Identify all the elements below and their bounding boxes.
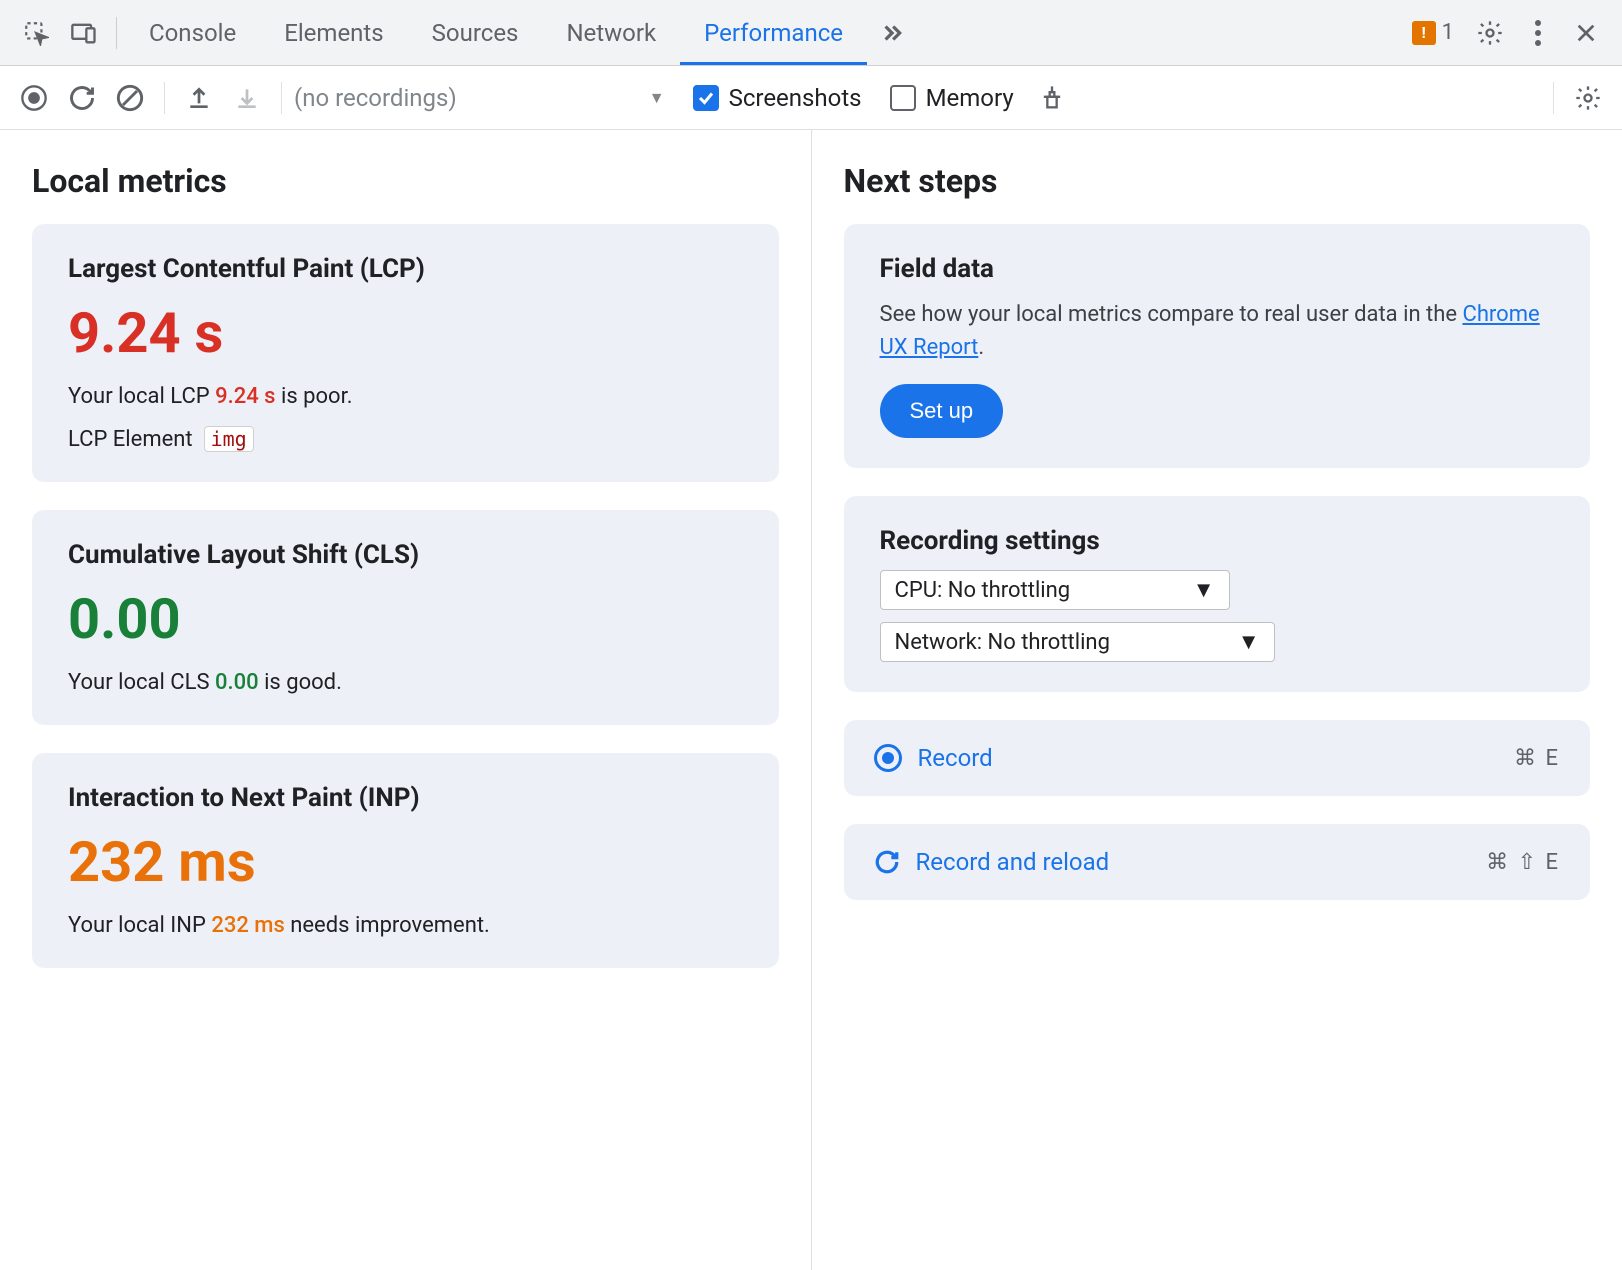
device-toolbar-icon[interactable] xyxy=(60,9,108,57)
cls-value: 0.00 xyxy=(68,586,743,652)
main-content: Local metrics Largest Contentful Paint (… xyxy=(0,130,1622,1270)
inp-title: Interaction to Next Paint (INP) xyxy=(68,783,743,813)
kebab-menu-icon[interactable] xyxy=(1514,9,1562,57)
performance-toolbar: (no recordings) ▼ Screenshots Memory xyxy=(0,66,1622,130)
recordings-label: (no recordings) xyxy=(294,84,457,112)
field-data-body: See how your local metrics compare to re… xyxy=(880,298,1555,364)
inp-status-value: 232 ms xyxy=(211,913,284,938)
inspect-element-icon[interactable] xyxy=(12,9,60,57)
recordings-dropdown[interactable]: (no recordings) ▼ xyxy=(294,84,665,112)
next-steps-heading: Next steps xyxy=(844,162,1591,200)
record-reload-label: Record and reload xyxy=(916,848,1110,876)
divider xyxy=(164,82,165,114)
warning-count: 1 xyxy=(1442,20,1454,45)
reload-icon xyxy=(874,849,900,875)
chevron-down-icon: ▼ xyxy=(1193,577,1215,603)
record-action[interactable]: Record ⌘ E xyxy=(844,720,1591,796)
recording-settings-card: Recording settings CPU: No throttling ▼ … xyxy=(844,496,1591,692)
screenshots-checkbox[interactable]: Screenshots xyxy=(693,84,862,112)
tab-performance[interactable]: Performance xyxy=(680,0,867,65)
inp-value: 232 ms xyxy=(68,829,743,895)
record-reload-shortcut: ⌘ ⇧ E xyxy=(1486,850,1560,875)
inp-status: Your local INP 232 ms needs improvement. xyxy=(68,913,743,938)
divider xyxy=(281,82,282,114)
cls-card: Cumulative Layout Shift (CLS) 0.00 Your … xyxy=(32,510,779,725)
lcp-status: Your local LCP 9.24 s is poor. xyxy=(68,384,743,409)
clear-icon[interactable] xyxy=(108,76,152,120)
upload-icon[interactable] xyxy=(177,76,221,120)
lcp-value: 9.24 s xyxy=(68,300,743,366)
field-data-card: Field data See how your local metrics co… xyxy=(844,224,1591,468)
devtools-tab-bar: Console Elements Sources Network Perform… xyxy=(0,0,1622,66)
next-steps-column: Next steps Field data See how your local… xyxy=(812,130,1622,1270)
inp-status-suffix: needs improvement. xyxy=(285,913,490,938)
cls-status-suffix: is good. xyxy=(259,670,342,695)
reload-icon[interactable] xyxy=(60,76,104,120)
chevron-down-icon: ▼ xyxy=(649,88,665,108)
local-metrics-heading: Local metrics xyxy=(32,162,779,200)
setup-button[interactable]: Set up xyxy=(880,384,1004,438)
cls-title: Cumulative Layout Shift (CLS) xyxy=(68,540,743,570)
cls-status-prefix: Your local CLS xyxy=(68,670,215,695)
gc-icon[interactable] xyxy=(1030,76,1074,120)
inp-status-prefix: Your local INP xyxy=(68,913,211,938)
lcp-element-row: LCP Element img xyxy=(68,427,743,452)
field-data-prefix: See how your local metrics compare to re… xyxy=(880,302,1463,327)
download-icon[interactable] xyxy=(225,76,269,120)
memory-checkbox[interactable]: Memory xyxy=(890,84,1014,112)
warning-badge[interactable]: ! 1 xyxy=(1412,20,1454,45)
checkbox-unchecked-icon xyxy=(890,85,916,111)
more-tabs-icon[interactable] xyxy=(867,9,915,57)
cpu-throttle-label: CPU: No throttling xyxy=(895,578,1071,603)
cls-status-value: 0.00 xyxy=(215,670,259,695)
cls-status: Your local CLS 0.00 is good. xyxy=(68,670,743,695)
lcp-card: Largest Contentful Paint (LCP) 9.24 s Yo… xyxy=(32,224,779,482)
network-throttle-label: Network: No throttling xyxy=(895,630,1110,655)
lcp-title: Largest Contentful Paint (LCP) xyxy=(68,254,743,284)
divider xyxy=(1553,82,1554,114)
field-data-title: Field data xyxy=(880,254,1555,284)
recording-settings-title: Recording settings xyxy=(880,526,1555,556)
tab-elements[interactable]: Elements xyxy=(260,0,407,65)
tab-network[interactable]: Network xyxy=(542,0,680,65)
lcp-element-label: LCP Element xyxy=(68,427,193,452)
record-reload-action[interactable]: Record and reload ⌘ ⇧ E xyxy=(844,824,1591,900)
close-icon[interactable] xyxy=(1562,9,1610,57)
tab-console[interactable]: Console xyxy=(125,0,260,65)
chevron-down-icon: ▼ xyxy=(1238,629,1260,655)
network-throttle-select[interactable]: Network: No throttling ▼ xyxy=(880,622,1275,662)
inp-card: Interaction to Next Paint (INP) 232 ms Y… xyxy=(32,753,779,968)
memory-label: Memory xyxy=(926,84,1014,112)
lcp-status-suffix: is poor. xyxy=(276,384,353,409)
checkbox-checked-icon xyxy=(693,85,719,111)
lcp-status-value: 9.24 s xyxy=(215,384,275,409)
field-data-suffix: . xyxy=(978,335,984,360)
lcp-status-prefix: Your local LCP xyxy=(68,384,215,409)
record-shortcut: ⌘ E xyxy=(1514,746,1560,771)
screenshots-label: Screenshots xyxy=(729,84,862,112)
local-metrics-column: Local metrics Largest Contentful Paint (… xyxy=(0,130,812,1270)
lcp-element-tag[interactable]: img xyxy=(204,426,254,452)
panel-settings-icon[interactable] xyxy=(1566,76,1610,120)
cpu-throttle-select[interactable]: CPU: No throttling ▼ xyxy=(880,570,1230,610)
tab-sources[interactable]: Sources xyxy=(408,0,543,65)
record-circle-icon xyxy=(874,744,902,772)
record-icon[interactable] xyxy=(12,76,56,120)
record-label: Record xyxy=(918,744,993,772)
settings-icon[interactable] xyxy=(1466,9,1514,57)
warning-icon: ! xyxy=(1412,21,1436,45)
divider xyxy=(116,17,117,49)
